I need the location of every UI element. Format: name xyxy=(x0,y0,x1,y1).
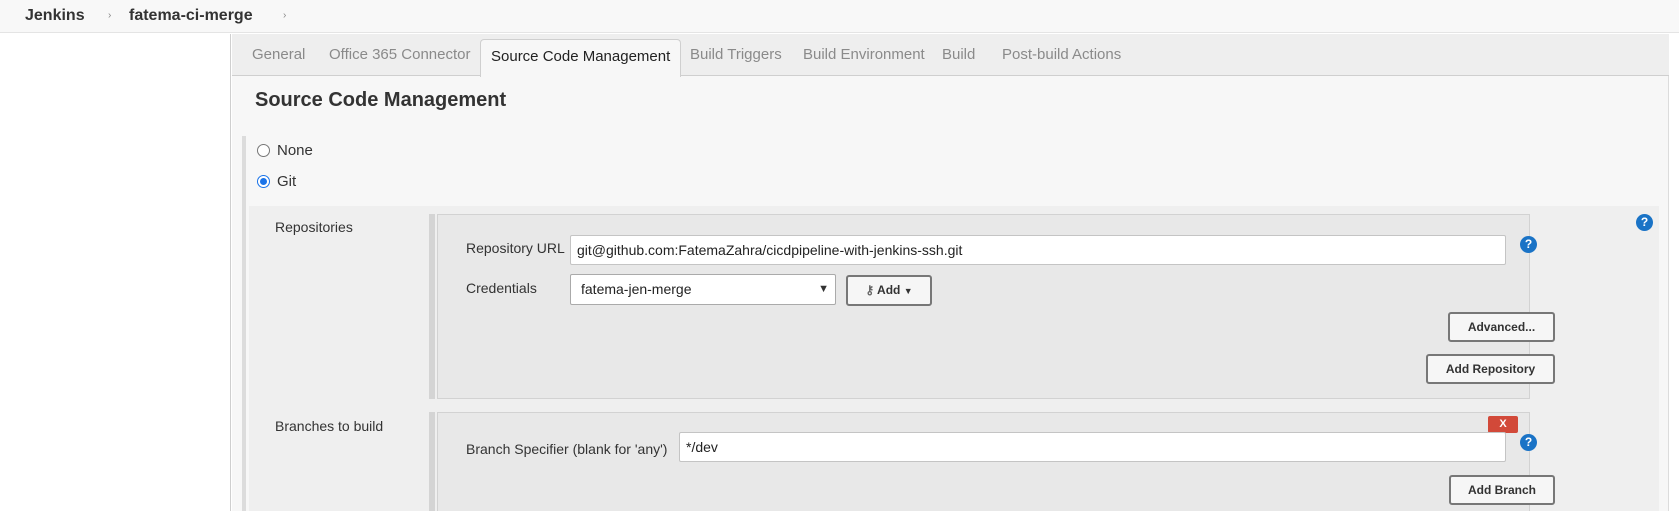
credentials-select[interactable]: fatema-jen-merge ▼ xyxy=(570,274,836,305)
add-credentials-button[interactable]: ⚷ Add ▼ xyxy=(846,275,932,306)
tab-source-code-management[interactable]: Source Code Management xyxy=(480,39,682,77)
breadcrumb: Jenkins › fatema-ci-merge › xyxy=(0,0,1679,33)
radio-none-label: None xyxy=(277,142,313,159)
delete-branch-button[interactable]: X xyxy=(1488,416,1518,433)
add-branch-button[interactable]: Add Branch xyxy=(1449,475,1555,505)
caret-down-icon: ▼ xyxy=(903,286,913,296)
repositories-divider xyxy=(429,214,435,399)
repository-url-input[interactable]: git@github.com:FatemaZahra/cicdpipeline-… xyxy=(570,235,1506,265)
add-repository-button[interactable]: Add Repository xyxy=(1426,354,1555,384)
chevron-right-icon[interactable]: › xyxy=(108,10,111,21)
question-icon[interactable]: ? xyxy=(1520,434,1537,451)
scm-option-none[interactable]: None xyxy=(257,142,313,159)
scm-option-git[interactable]: Git xyxy=(257,173,296,190)
radio-none[interactable] xyxy=(257,144,270,157)
branch-config-box: X Branch Specifier (blank for 'any') */d… xyxy=(437,412,1555,511)
key-icon: ⚷ xyxy=(865,283,875,297)
branch-specifier-label: Branch Specifier (blank for 'any') xyxy=(466,441,668,457)
config-tabbar: General Office 365 Connector Source Code… xyxy=(232,34,1669,77)
question-icon[interactable]: ? xyxy=(1636,214,1653,231)
branches-divider xyxy=(429,412,435,511)
section-divider xyxy=(242,136,246,511)
branch-specifier-input[interactable]: */dev xyxy=(679,432,1506,462)
chevron-right-icon[interactable]: › xyxy=(283,10,286,21)
breadcrumb-jenkins-link[interactable]: Jenkins xyxy=(25,7,85,25)
tab-general[interactable]: General xyxy=(252,46,305,63)
credentials-label: Credentials xyxy=(466,280,537,296)
radio-git-label: Git xyxy=(277,173,297,190)
add-credentials-label: Add xyxy=(877,283,901,297)
config-main: General Office 365 Connector Source Code… xyxy=(232,34,1669,511)
repository-url-label: Repository URL xyxy=(466,240,565,256)
tab-build-environment[interactable]: Build Environment xyxy=(803,46,925,63)
credentials-selected-value: fatema-jen-merge xyxy=(581,281,692,297)
advanced-button[interactable]: Advanced... xyxy=(1448,312,1555,342)
question-icon[interactable]: ? xyxy=(1520,236,1537,253)
branches-label: Branches to build xyxy=(275,418,384,434)
chevron-down-icon: ▼ xyxy=(818,283,829,295)
tab-post-build-actions[interactable]: Post-build Actions xyxy=(1002,46,1121,63)
tab-build[interactable]: Build xyxy=(942,46,975,63)
repositories-label: Repositories xyxy=(275,219,353,235)
breadcrumb-job-link[interactable]: fatema-ci-merge xyxy=(129,7,253,25)
left-side-panel xyxy=(0,34,231,511)
repository-config-box: Repository URL git@github.com:FatemaZahr… xyxy=(437,214,1555,399)
tab-build-triggers[interactable]: Build Triggers xyxy=(690,46,782,63)
section-title: Source Code Management xyxy=(255,89,507,111)
radio-git[interactable] xyxy=(257,175,270,188)
tab-office-365-connector[interactable]: Office 365 Connector xyxy=(329,46,470,63)
